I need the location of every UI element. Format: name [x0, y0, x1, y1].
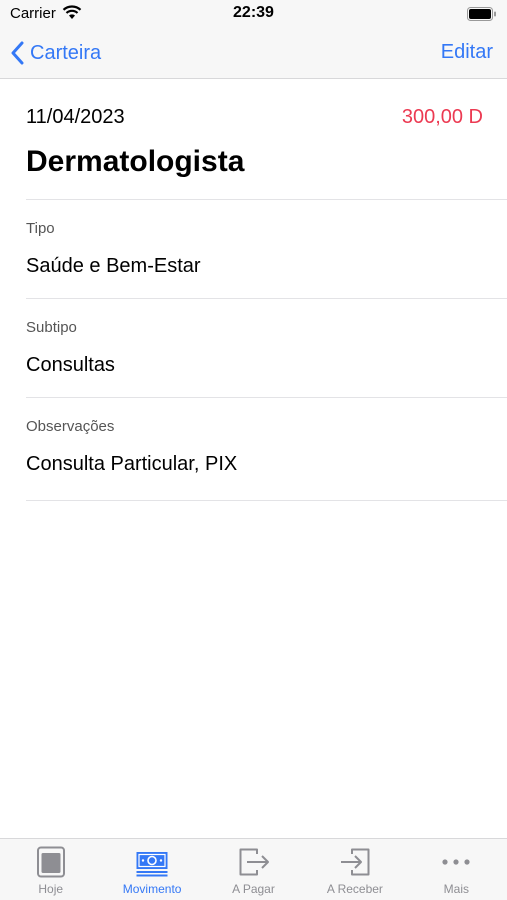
- arrow-out-icon: [239, 848, 269, 876]
- status-time: 22:39: [233, 4, 274, 21]
- arrow-in-icon: [340, 848, 370, 876]
- chevron-left-icon: [11, 41, 24, 65]
- field-label: Observações: [26, 418, 115, 435]
- tab-label: A Pagar: [232, 882, 275, 896]
- tab-hoje[interactable]: Hoje: [0, 839, 101, 900]
- entry-header: 11/04/2023 300,00 D Dermatologista: [26, 79, 507, 200]
- tab-a-receber[interactable]: A Receber: [304, 839, 405, 900]
- more-icon: [442, 859, 470, 865]
- back-label: Carteira: [30, 41, 102, 64]
- entry-details: 11/04/2023 300,00 D Dermatologista Tipo …: [0, 79, 507, 501]
- field-tipo: Tipo Saúde e Bem-Estar: [26, 200, 507, 299]
- field-observacoes: Observações Consulta Particular, PIX: [26, 398, 507, 501]
- field-value: Consulta Particular, PIX: [26, 453, 238, 475]
- field-value: Consultas: [26, 354, 115, 376]
- tab-a-pagar[interactable]: A Pagar: [203, 839, 304, 900]
- edit-button[interactable]: Editar: [441, 41, 493, 64]
- status-bar: Carrier 22:39: [0, 0, 507, 28]
- tab-mais[interactable]: Mais: [406, 839, 507, 900]
- back-button[interactable]: Carteira: [10, 38, 101, 68]
- tab-label: A Receber: [326, 882, 383, 896]
- entry-title: Dermatologista: [26, 145, 245, 178]
- tab-movimento[interactable]: Movimento: [101, 839, 202, 900]
- field-label: Subtipo: [26, 319, 77, 336]
- tab-label: Movimento: [122, 882, 182, 896]
- field-label: Tipo: [26, 220, 55, 237]
- battery-icon: [467, 7, 496, 21]
- entry-amount: 300,00 D: [401, 106, 483, 128]
- calendar-icon: [36, 846, 65, 878]
- field-value: Saúde e Bem-Estar: [26, 255, 201, 277]
- screen: Carrier 22:39 Carteira Editar 11/04/2023…: [0, 0, 507, 900]
- navigation-bar: Carteira Editar: [0, 28, 507, 79]
- banknote-icon: [136, 852, 168, 877]
- tab-bar: Hoje Movimento A Pagar A Receber Mais: [0, 838, 507, 900]
- tab-label: Mais: [443, 882, 469, 896]
- tab-label: Hoje: [38, 882, 64, 896]
- field-subtipo: Subtipo Consultas: [26, 299, 507, 398]
- entry-date: 11/04/2023: [26, 106, 125, 128]
